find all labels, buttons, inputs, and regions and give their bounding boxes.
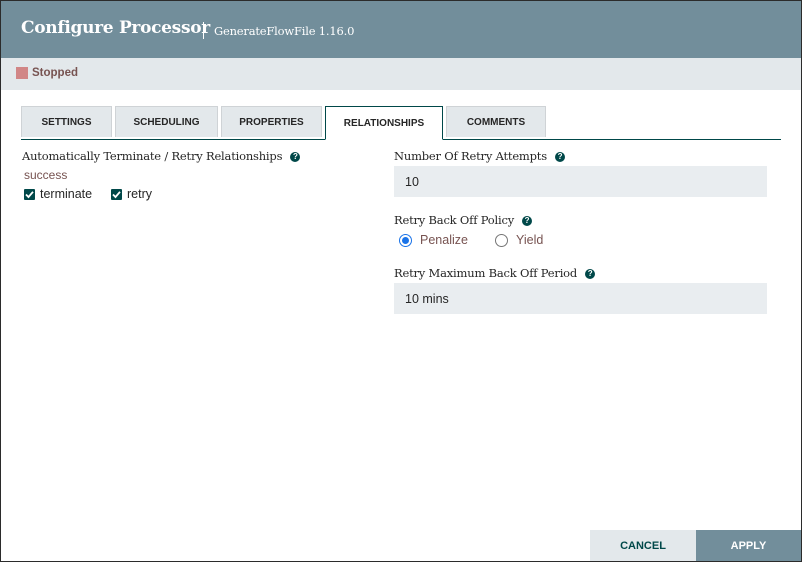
radio-unselected-icon[interactable] <box>495 233 508 247</box>
radio-selected-icon[interactable] <box>399 233 412 247</box>
tab-relationships[interactable]: RELATIONSHIPS <box>325 106 443 140</box>
relationships-heading: Automatically Terminate / Retry Relation… <box>22 149 301 163</box>
retry-checkbox[interactable]: retry <box>111 187 152 201</box>
question-circle-icon[interactable]: ? <box>585 269 596 279</box>
penalize-label: Penalize <box>420 233 468 247</box>
status-label: Stopped <box>32 67 78 79</box>
status-bar: Stopped <box>1 58 801 90</box>
tab-comments[interactable]: COMMENTS <box>446 106 546 137</box>
penalize-radio[interactable]: Penalize <box>399 233 468 247</box>
yield-radio[interactable]: Yield <box>495 233 543 247</box>
yield-label: Yield <box>516 233 544 247</box>
max-backoff-label: Retry Maximum Back Off Period? <box>394 266 596 280</box>
terminate-label: terminate <box>40 187 93 201</box>
retry-label: retry <box>127 187 152 201</box>
stopped-square-icon <box>16 67 28 79</box>
relationships-heading-text: Automatically Terminate / Retry Relation… <box>22 149 283 163</box>
tab-settings[interactable]: SETTINGS <box>21 106 112 137</box>
max-backoff-input[interactable]: 10 mins <box>394 283 767 314</box>
dialog-subtitle: GenerateFlowFile 1.16.0 <box>214 24 355 38</box>
retry-policy-label-text: Retry Back Off Policy <box>394 213 514 227</box>
dialog-title: Configure Processor <box>21 18 210 38</box>
tab-scheduling[interactable]: SCHEDULING <box>115 106 218 137</box>
cancel-button[interactable]: CANCEL <box>590 530 696 561</box>
configure-processor-dialog: Configure Processor GenerateFlowFile 1.1… <box>0 0 802 562</box>
question-circle-icon[interactable]: ? <box>290 152 301 162</box>
terminate-checkbox[interactable]: terminate <box>24 187 92 201</box>
max-backoff-label-text: Retry Maximum Back Off Period <box>394 266 578 280</box>
question-circle-icon[interactable]: ? <box>554 152 565 162</box>
question-circle-icon[interactable]: ? <box>522 216 532 226</box>
relationship-name: success <box>24 168 68 182</box>
retry-attempts-label-text: Number Of Retry Attempts <box>394 149 547 163</box>
checkbox-checked-icon[interactable] <box>111 188 122 200</box>
retry-policy-label: Retry Back Off Policy? <box>394 213 532 227</box>
dialog-header: Configure Processor GenerateFlowFile 1.1… <box>1 1 801 58</box>
retry-attempts-input[interactable]: 10 <box>394 166 767 197</box>
checkbox-checked-icon[interactable] <box>24 188 35 200</box>
title-separator <box>203 22 204 39</box>
apply-button[interactable]: APPLY <box>696 530 801 561</box>
retry-attempts-label: Number Of Retry Attempts? <box>394 149 565 163</box>
tab-properties[interactable]: PROPERTIES <box>221 106 322 137</box>
tab-bar: SETTINGS SCHEDULING PROPERTIES RELATIONS… <box>21 106 781 140</box>
